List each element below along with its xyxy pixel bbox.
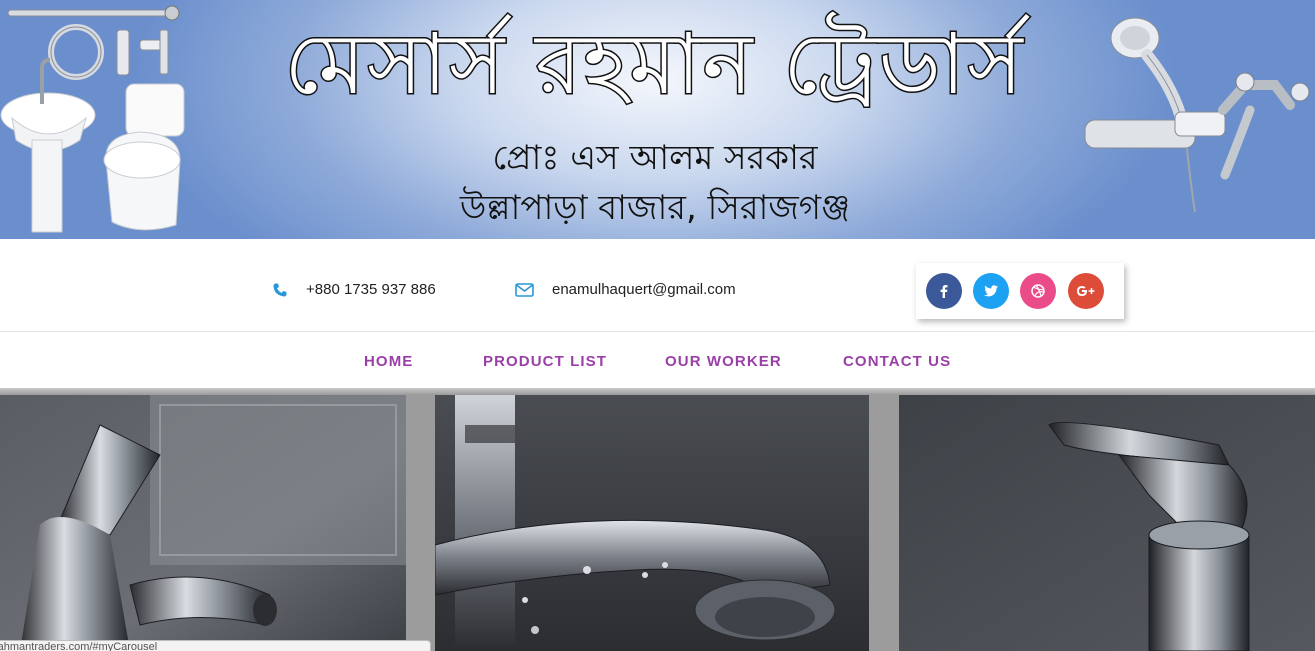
banner-address: উল্লাপাড়া বাজার, সিরাজগঞ্জ <box>459 188 851 228</box>
twitter-button[interactable] <box>973 273 1009 309</box>
facebook-button[interactable] <box>926 273 962 309</box>
email-address: enamulhaquert@gmail.com <box>552 281 736 298</box>
nav-divider <box>0 388 1315 395</box>
gallery-image-faucet-2[interactable] <box>435 395 869 651</box>
dribbble-icon <box>1031 284 1045 298</box>
nav-product-list[interactable]: PRODUCT LIST <box>483 353 607 370</box>
header-banner: মেসার্স রহমান ট্রেডার্স প্রোঃ এস আলম সরক… <box>0 0 1315 239</box>
nav-our-worker[interactable]: OUR WORKER <box>665 353 782 370</box>
dribbble-button[interactable] <box>1020 273 1056 309</box>
status-url-text: rahmantraders.com/#myCarousel <box>0 641 158 651</box>
social-links <box>916 263 1124 319</box>
phone-contact[interactable]: +880 1735 937 886 <box>272 281 436 298</box>
email-contact[interactable]: enamulhaquert@gmail.com <box>515 281 736 298</box>
main-nav: HOME PRODUCT LIST OUR WORKER CONTACT US <box>0 333 1315 390</box>
facebook-icon <box>940 285 948 298</box>
envelope-icon <box>515 282 534 297</box>
nav-contact-us[interactable]: CONTACT US <box>843 353 951 370</box>
browser-status-url: rahmantraders.com/#myCarousel <box>0 640 431 651</box>
google-plus-icon <box>1077 286 1095 296</box>
gallery-image-faucet-1[interactable] <box>0 395 406 651</box>
phone-icon <box>272 282 288 298</box>
product-gallery <box>0 395 1315 651</box>
shower-faucet-right-image <box>1084 17 1310 213</box>
gallery-image-faucet-3[interactable] <box>899 395 1315 651</box>
banner-title: মেসার্স রহমান ট্রেডার্স <box>283 14 1025 115</box>
bathroom-fittings-left-image <box>0 5 185 233</box>
phone-number: +880 1735 937 886 <box>306 281 436 298</box>
twitter-icon <box>984 285 998 297</box>
banner-proprietor: প্রোঃ এস আলম সরকার <box>492 138 818 178</box>
google-plus-button[interactable] <box>1068 273 1104 309</box>
nav-home[interactable]: HOME <box>364 353 413 370</box>
